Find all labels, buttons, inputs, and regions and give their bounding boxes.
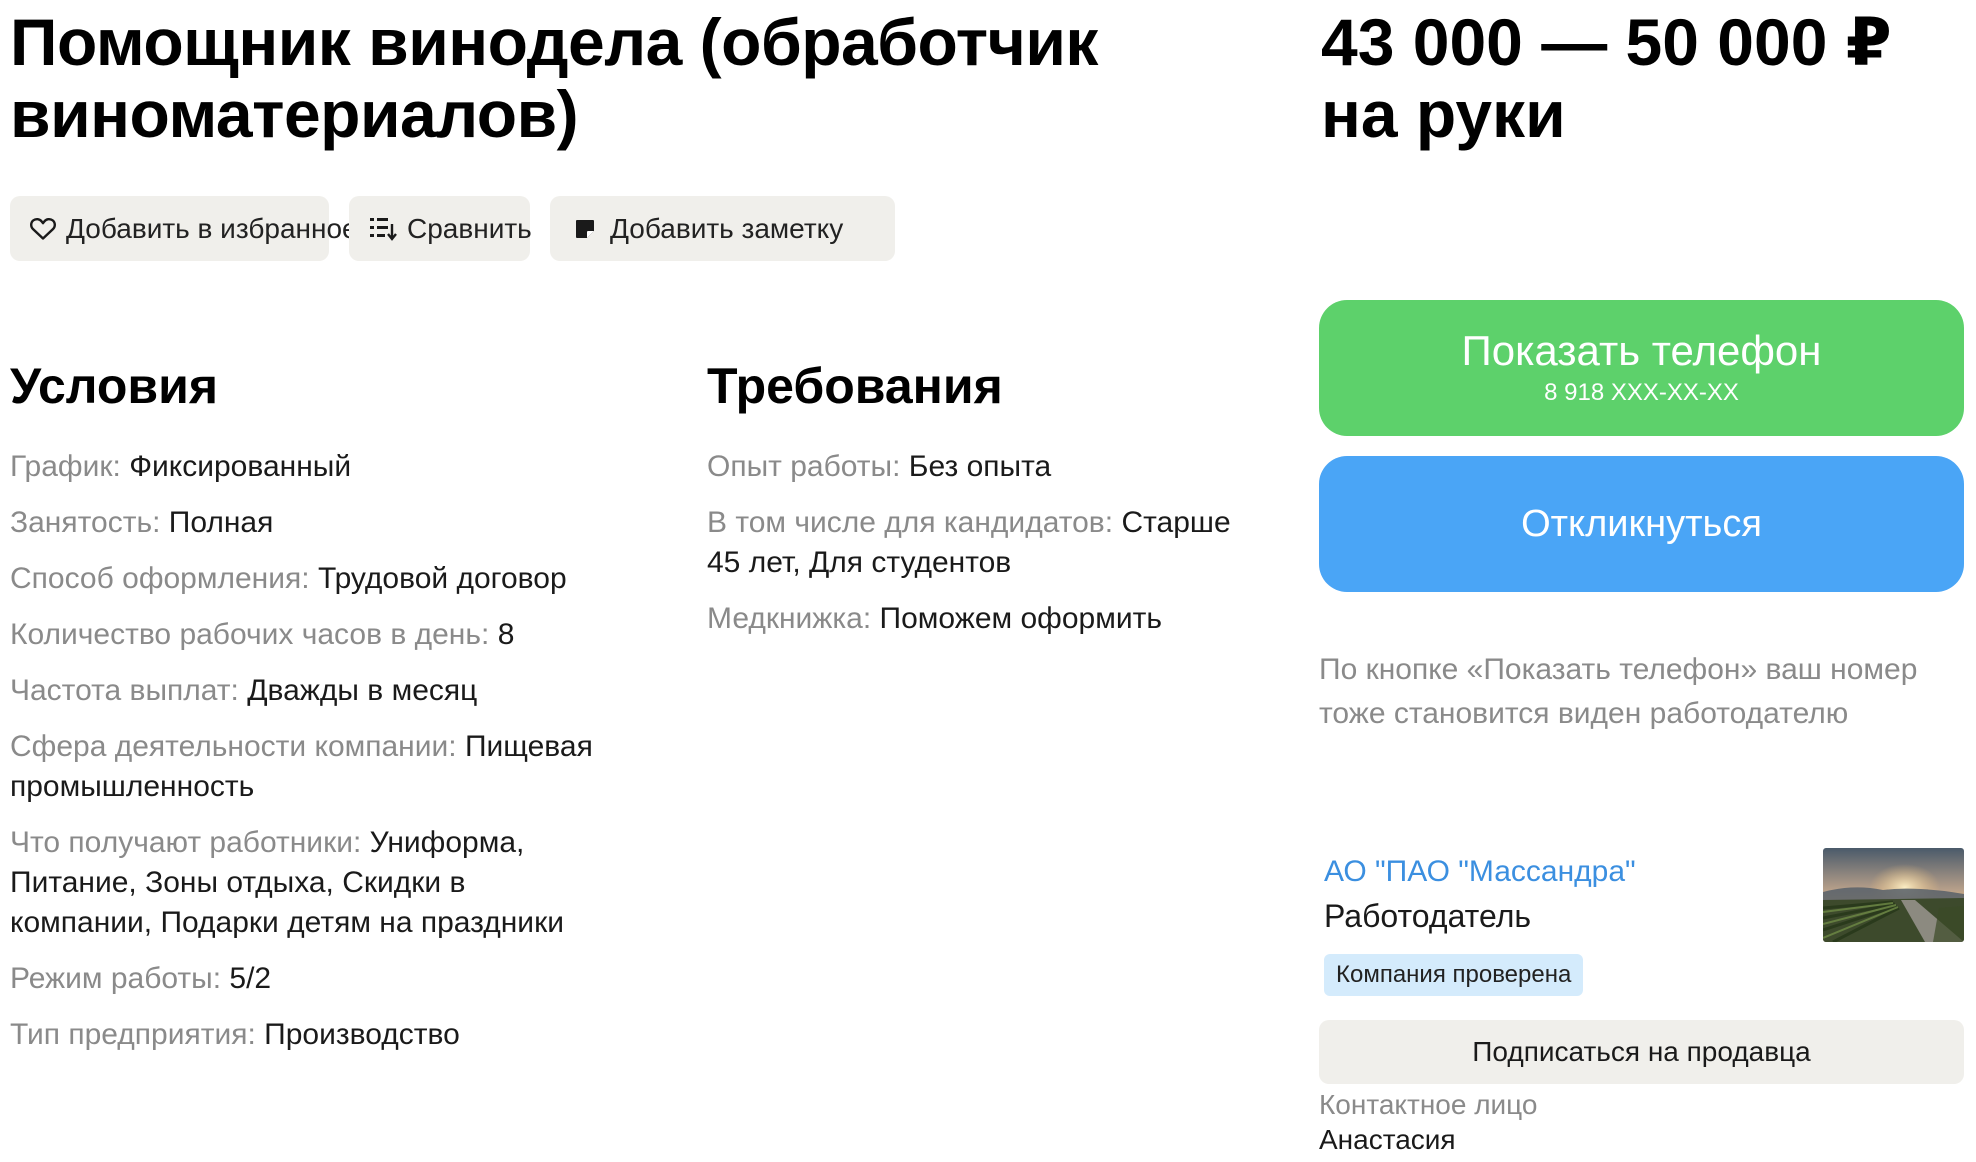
add-to-favorites-label: Добавить в избранное	[66, 212, 358, 244]
heart-icon	[30, 214, 56, 244]
info-item: Опыт работы: Без опыта	[707, 447, 1267, 487]
info-item: Тип предприятия: Производство	[10, 1015, 610, 1055]
info-item-value: Без опыта	[908, 450, 1052, 483]
info-item-value: 5/2	[229, 962, 272, 995]
requirements-list: Опыт работы: Без опыта В том числе для ка…	[707, 447, 1267, 655]
masked-phone: 8 918 XXX-XX-XX	[1544, 379, 1739, 406]
show-phone-label: Показать телефон	[1461, 327, 1822, 374]
conditions-list: График: Фиксированный Занятость: Полная Сп…	[10, 447, 610, 1071]
info-item-value: Поможем оформить	[879, 602, 1162, 635]
info-item: Что получают работники: Униформа, Питани…	[10, 823, 610, 943]
info-item-label: Что получают работники:	[10, 826, 362, 859]
contact-person-name: Анастасия	[1319, 1124, 1456, 1155]
compare-label: Сравнить	[407, 212, 532, 244]
respond-button[interactable]: Откликнуться	[1319, 456, 1964, 592]
subscribe-button[interactable]: Подписаться на продавца	[1319, 1020, 1964, 1084]
compare-button[interactable]: Сравнить	[349, 196, 532, 261]
info-item: Сфера деятельности компании: Пищевая про…	[10, 727, 610, 807]
info-item-label: В том числе для кандидатов:	[707, 506, 1114, 539]
info-item-label: Занятость:	[10, 506, 161, 539]
info-item-value: 8	[497, 618, 515, 651]
info-item-value: Полная	[168, 506, 274, 539]
info-item: Режим работы: 5/2	[10, 959, 610, 999]
info-item-label: Тип предприятия:	[10, 1018, 256, 1051]
conditions-heading: Условия	[10, 358, 219, 414]
add-to-favorites-button[interactable]: Добавить в избранное	[10, 196, 358, 261]
info-item-label: Сфера деятельности компании:	[10, 730, 457, 763]
phone-visibility-note: По кнопке «Показать телефон» ваш номер т…	[1319, 653, 1918, 730]
salary-note: на руки	[1321, 77, 1566, 151]
info-item: Медкнижка: Поможем оформить	[707, 599, 1267, 639]
vineyard-landscape-image	[1823, 848, 1964, 942]
info-item-label: Опыт работы:	[707, 450, 901, 483]
info-item-value: Трудовой договор	[317, 562, 567, 595]
info-item-value: Производство	[264, 1018, 460, 1051]
note-icon	[570, 214, 600, 244]
company-photo[interactable]	[1823, 848, 1964, 942]
add-note-label: Добавить заметку	[610, 212, 844, 244]
add-note-button[interactable]: Добавить заметку	[550, 196, 895, 261]
action-buttons-row: Добавить в избранное Сравнить Добавить з…	[10, 196, 895, 261]
verified-badge: Компания проверена	[1324, 954, 1584, 996]
vacancy-title: Помощник винодела (обработчик виноматери…	[10, 5, 1098, 151]
info-item: Частота выплат: Дважды в месяц	[10, 671, 610, 711]
info-item-value: Дважды в месяц	[247, 674, 478, 707]
info-item-label: Частота выплат:	[10, 674, 239, 707]
info-item-label: График:	[10, 450, 121, 483]
info-item: Способ оформления: Трудовой договор	[10, 559, 610, 599]
company-name-link[interactable]: АО "ПАО "Массандра"	[1324, 852, 1636, 892]
contact-person-label: Контактное лицо	[1319, 1089, 1538, 1120]
requirements-heading: Требования	[707, 358, 1003, 414]
info-item: Занятость: Полная	[10, 503, 610, 543]
info-item-label: Способ оформления:	[10, 562, 310, 595]
info-item-label: Медкнижка:	[707, 602, 872, 635]
show-phone-button[interactable]: Показать телефон 8 918 XXX-XX-XX	[1319, 300, 1964, 436]
salary-range: 43 000 — 50 000 ₽	[1321, 5, 1892, 79]
info-item-label: Количество рабочих часов в день:	[10, 618, 490, 651]
info-item-value: Фиксированный	[129, 450, 352, 483]
info-item: График: Фиксированный	[10, 447, 610, 487]
info-item-label: Режим работы:	[10, 962, 222, 995]
compare-icon	[369, 214, 397, 244]
company-role: Работодатель	[1324, 898, 1532, 934]
info-item: В том числе для кандидатов: Старше 45 ле…	[707, 503, 1267, 583]
salary-block: 43 000 — 50 000 ₽ на руки	[1321, 6, 1961, 150]
info-item: Количество рабочих часов в день: 8	[10, 615, 610, 655]
